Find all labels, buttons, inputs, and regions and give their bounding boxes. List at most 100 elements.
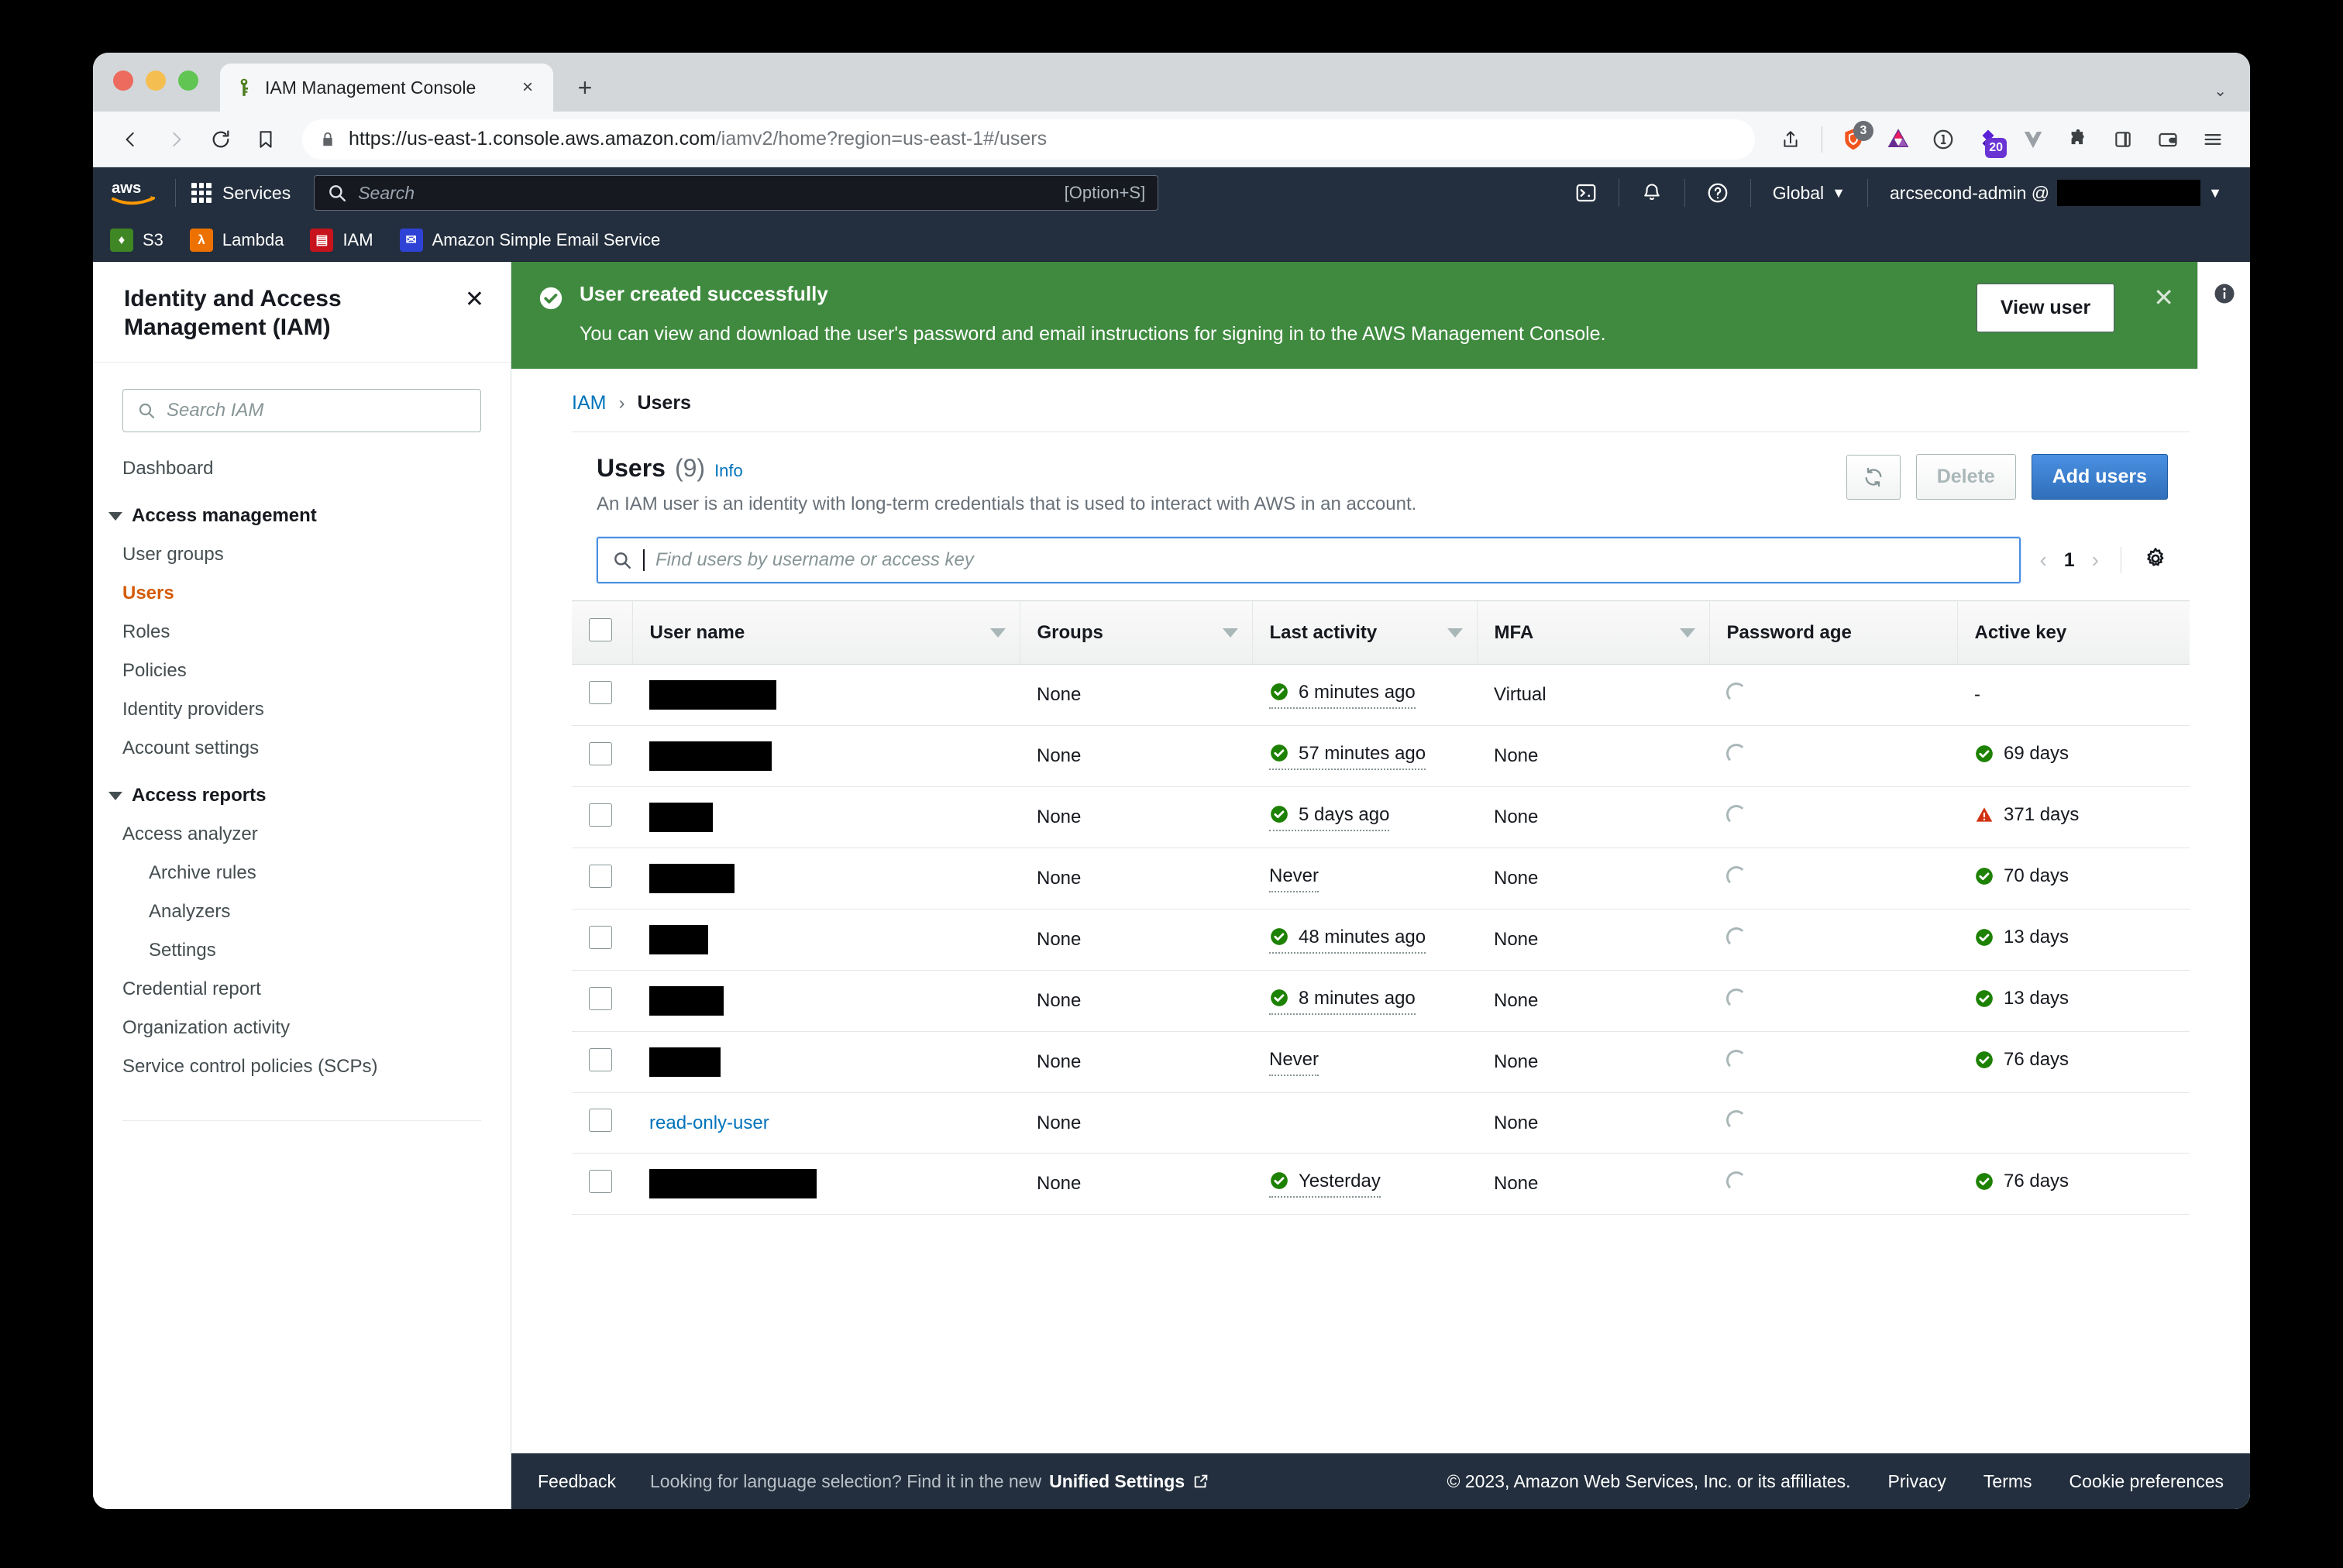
extensions-puzzle-icon[interactable] (2058, 119, 2098, 160)
share-icon[interactable] (1770, 119, 1811, 160)
view-user-button[interactable]: View user (1976, 284, 2115, 332)
terms-link[interactable]: Terms (1983, 1471, 2032, 1492)
new-tab-button[interactable]: + (567, 70, 603, 105)
notifications-bell-icon[interactable] (1630, 175, 1674, 211)
row-checkbox[interactable] (589, 803, 612, 827)
address-bar[interactable]: https://us-east-1.console.aws.amazon.com… (302, 119, 1755, 160)
add-users-button[interactable]: Add users (2031, 454, 2168, 500)
table-settings-button[interactable] (2143, 546, 2168, 575)
sidebar-item-user-groups[interactable]: User groups (93, 535, 511, 574)
region-selector[interactable]: Global ▼ (1762, 183, 1856, 204)
browser-toolbar: https://us-east-1.console.aws.amazon.com… (93, 112, 2250, 167)
users-card-header: Users (9) Info An IAM user is an identit… (572, 432, 2190, 529)
sidebar-group-access-management[interactable]: Access management (93, 488, 511, 535)
column-groups[interactable]: Groups (1019, 600, 1252, 665)
vue-devtools-icon[interactable] (2013, 119, 2053, 160)
sidebar-item-service-control-policies-scps[interactable]: Service control policies (SCPs) (93, 1047, 511, 1086)
row-checkbox[interactable] (589, 741, 612, 765)
bookmark-iam[interactable]: ▤ IAM (310, 228, 373, 252)
next-page-button[interactable]: › (2092, 548, 2099, 573)
sidebar-item-settings[interactable]: Settings (93, 931, 511, 970)
sidebar-item-roles[interactable]: Roles (93, 613, 511, 652)
services-label: Services (222, 182, 291, 203)
user-name-link[interactable]: read-only-user (649, 1112, 769, 1133)
prev-page-button[interactable]: ‹ (2039, 548, 2046, 573)
close-tab-button[interactable]: × (516, 76, 539, 99)
brave-shields-icon[interactable]: 3 (1833, 119, 1873, 160)
row-checkbox[interactable] (589, 1109, 612, 1132)
sidebar-item-archive-rules[interactable]: Archive rules (93, 854, 511, 892)
info-icon[interactable] (2213, 282, 2236, 305)
refresh-button[interactable] (1846, 454, 1901, 500)
row-checkbox[interactable] (589, 925, 612, 949)
sidebar-item-policies[interactable]: Policies (93, 652, 511, 690)
find-users-input[interactable]: Find users by username or access key (597, 537, 2021, 583)
column-last-activity[interactable]: Last activity (1251, 600, 1477, 665)
services-menu-button[interactable]: Services (187, 183, 295, 204)
privacy-link[interactable]: Privacy (1888, 1471, 1946, 1492)
maximize-window-button[interactable] (178, 70, 198, 91)
row-checkbox[interactable] (589, 680, 612, 704)
sidebar-item-analyzers[interactable]: Analyzers (93, 892, 511, 931)
cookie-preferences-link[interactable]: Cookie preferences (2069, 1471, 2224, 1492)
column-mfa[interactable]: MFA (1476, 600, 1709, 665)
unified-settings-link[interactable]: Unified Settings (1049, 1471, 1185, 1492)
breadcrumb-iam-link[interactable]: IAM (572, 392, 606, 414)
sidebar-item-access-analyzer[interactable]: Access analyzer (93, 815, 511, 854)
sidebar-item-account-settings[interactable]: Account settings (93, 729, 511, 768)
column-password-age[interactable]: Password age (1708, 600, 1957, 665)
browser-tab[interactable]: IAM Management Console × (220, 64, 553, 112)
groups-cell: None (1020, 848, 1252, 910)
sidebar-item-identity-providers[interactable]: Identity providers (93, 690, 511, 729)
user-name-cell (632, 848, 1020, 910)
bookmark-s3[interactable]: ♦ S3 (110, 228, 163, 252)
row-checkbox[interactable] (589, 864, 612, 888)
sidebar-toggle-icon[interactable] (2103, 119, 2143, 160)
column-active-key[interactable]: Active key (1956, 600, 2190, 665)
sidebar-item-organization-activity[interactable]: Organization activity (93, 1009, 511, 1047)
select-all-checkbox[interactable] (589, 618, 612, 641)
close-sidebar-icon[interactable]: ✕ (465, 285, 484, 311)
row-checkbox[interactable] (589, 986, 612, 1010)
wallet-icon[interactable] (2148, 119, 2188, 160)
info-link[interactable]: Info (714, 461, 743, 481)
tab-list-chevron-icon[interactable]: ⌄ (2214, 81, 2227, 101)
select-all-header (572, 600, 632, 665)
forward-button[interactable] (155, 119, 197, 160)
mfa-cell: None (1477, 909, 1709, 971)
dismiss-banner-icon[interactable]: ✕ (2153, 285, 2174, 310)
back-button[interactable] (110, 119, 152, 160)
copyright-text: © 2023, Amazon Web Services, Inc. or its… (1447, 1470, 1851, 1491)
delete-button[interactable]: Delete (1915, 454, 2016, 500)
bookmark-button[interactable] (245, 119, 287, 160)
reload-button[interactable] (200, 119, 242, 160)
bookmark-ses[interactable]: ✉ Amazon Simple Email Service (399, 228, 660, 252)
row-checkbox[interactable] (589, 1169, 612, 1193)
last-activity-cell: 57 minutes ago (1252, 725, 1477, 787)
sidebar-item-users[interactable]: Users (93, 574, 511, 613)
account-menu[interactable]: arcsecond-admin @ ▼ (1879, 180, 2233, 206)
sidebar-item-dashboard[interactable]: Dashboard (93, 449, 511, 488)
minimize-window-button[interactable] (146, 70, 166, 91)
bat-rewards-icon[interactable] (1878, 119, 1918, 160)
row-checkbox[interactable] (589, 1047, 612, 1071)
aws-logo[interactable]: aws (110, 176, 158, 210)
bookmark-lambda[interactable]: λ Lambda (189, 228, 284, 252)
aws-search-input[interactable]: Search [Option+S] (314, 175, 1159, 211)
sidebar-item-credential-report[interactable]: Credential report (93, 970, 511, 1009)
help-question-icon[interactable] (1696, 175, 1739, 211)
onepassword-icon[interactable] (1923, 119, 1963, 160)
sort-caret-icon (1679, 628, 1695, 638)
status-ok-icon (1271, 1171, 1288, 1189)
browser-menu-icon[interactable] (2193, 119, 2233, 160)
sidebar-search-input[interactable]: Search IAM (122, 389, 481, 433)
nav-divider (1684, 179, 1685, 207)
close-window-button[interactable] (113, 70, 133, 91)
feedback-link[interactable]: Feedback (538, 1471, 616, 1492)
sidebar-group-access-reports[interactable]: Access reports (93, 768, 511, 815)
column-user-name[interactable]: User name (631, 600, 1020, 665)
cloudshell-icon[interactable] (1564, 175, 1608, 211)
groups-cell: None (1020, 970, 1252, 1032)
groups-cell: None (1020, 786, 1252, 848)
extension-purple-icon[interactable]: 20 (1968, 119, 2008, 160)
